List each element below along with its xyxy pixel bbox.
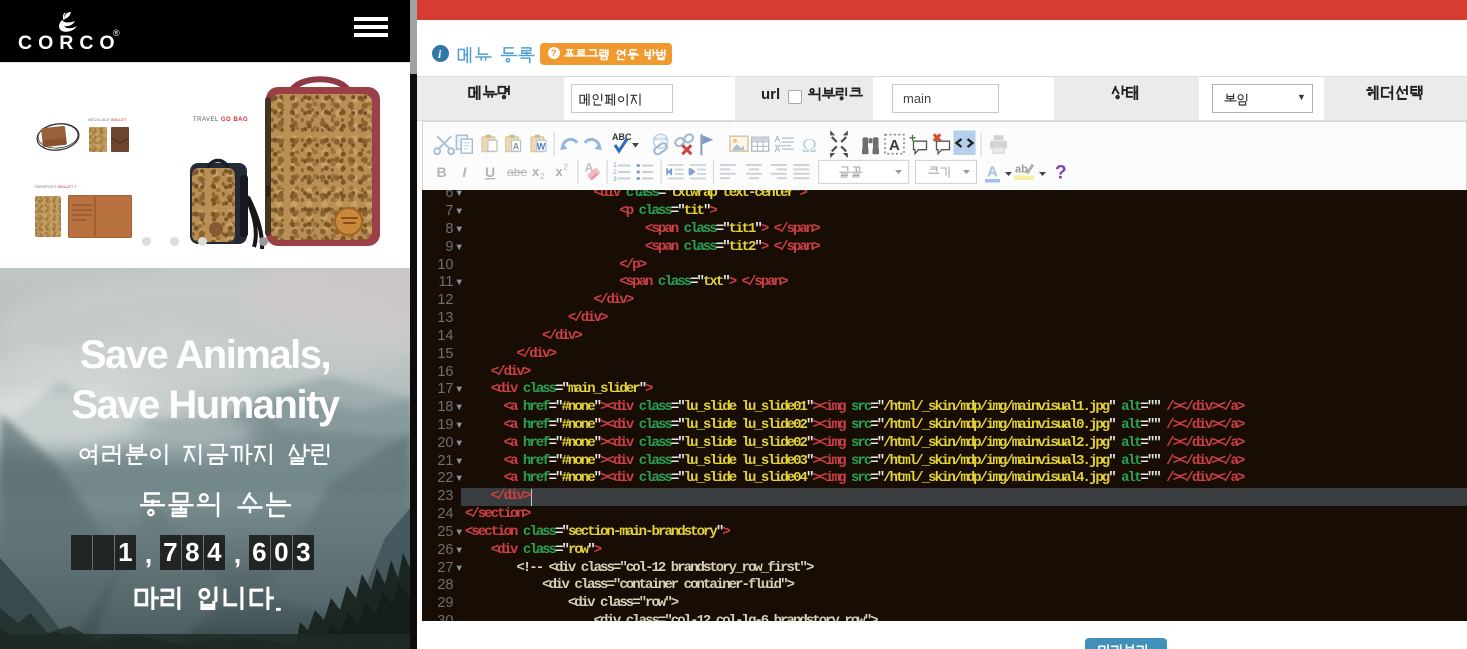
svg-text:+: + [909, 131, 916, 145]
svg-text:Ω: Ω [802, 135, 817, 157]
svg-text:A: A [774, 135, 780, 144]
svg-text:A: A [774, 145, 780, 154]
svg-text:2: 2 [563, 162, 568, 171]
svg-text:U: U [485, 164, 495, 180]
svg-text:B: B [436, 164, 446, 180]
svg-text:✖: ✖ [932, 131, 942, 145]
svg-text:ab: ab [1015, 163, 1028, 175]
svg-text:1: 1 [613, 162, 617, 169]
svg-text:abe: abe [507, 165, 527, 179]
svg-text:A: A [512, 141, 519, 151]
svg-text:A: A [889, 137, 900, 154]
svg-text:?: ? [1055, 162, 1067, 183]
svg-text:ABC: ABC [612, 132, 632, 142]
svg-text:I: I [462, 164, 467, 180]
svg-text:3: 3 [613, 176, 617, 183]
svg-text:x: x [532, 164, 540, 179]
svg-text:A: A [987, 163, 998, 180]
svg-text:W: W [536, 141, 545, 151]
svg-text:2: 2 [613, 169, 617, 176]
svg-text:2: 2 [540, 172, 545, 181]
svg-text:x: x [555, 164, 563, 179]
